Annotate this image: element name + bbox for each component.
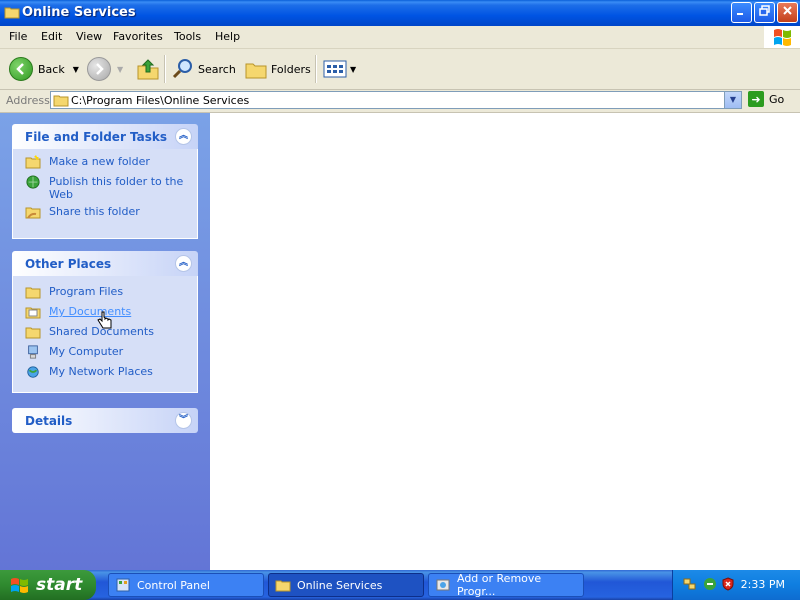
- folders-label: Folders: [271, 62, 311, 76]
- clock: 2:33 PM: [740, 578, 785, 591]
- task-pane: File and Folder Tasks ︽ Make a new folde…: [0, 113, 210, 570]
- panel-title: File and Folder Tasks: [25, 130, 168, 144]
- start-label: start: [36, 575, 83, 595]
- back-button[interactable]: Back ▼: [9, 57, 79, 81]
- folder-icon: [53, 95, 69, 107]
- folder-icon: [25, 287, 41, 299]
- explorer-window: Online Services File Edit View Favorites…: [0, 0, 800, 570]
- folder-icon: [4, 7, 20, 19]
- folder-icon: [25, 327, 41, 339]
- panel-header[interactable]: Details ︾: [12, 408, 198, 433]
- menu-view[interactable]: View: [76, 30, 102, 43]
- up-folder-button[interactable]: [136, 57, 160, 81]
- taskbar-button-control-panel[interactable]: Control Panel: [108, 573, 264, 597]
- task-publish-to-web[interactable]: Publish this folder to the Web: [13, 175, 197, 201]
- task-share-folder[interactable]: Share this folder: [13, 205, 197, 221]
- go-button[interactable]: ➜ Go: [748, 91, 784, 107]
- panel-body: Program Files My Documents Shared Docume…: [12, 276, 198, 393]
- minimize-button[interactable]: [731, 2, 752, 23]
- forward-dropdown-icon[interactable]: ▼: [117, 65, 123, 74]
- windows-logo: [764, 26, 800, 48]
- system-tray: 2:33 PM: [672, 570, 800, 600]
- go-label: Go: [769, 92, 785, 106]
- up-folder-icon: [137, 59, 159, 80]
- forward-button[interactable]: ▼: [87, 57, 123, 81]
- address-dropdown-button[interactable]: ▼: [724, 92, 741, 108]
- address-input[interactable]: C:\Program Files\Online Services ▼: [50, 91, 742, 109]
- network-tray-icon[interactable]: [683, 577, 697, 591]
- menu-edit[interactable]: Edit: [41, 30, 62, 43]
- folders-button[interactable]: Folders: [244, 57, 311, 81]
- place-program-files[interactable]: Program Files: [13, 285, 197, 301]
- windows-flag-icon: [774, 29, 791, 46]
- standard-toolbar: Back ▼ ▼ Search Folders ▼: [0, 49, 800, 90]
- close-button[interactable]: [777, 2, 798, 23]
- chevron-down-icon: ▼: [729, 95, 737, 104]
- search-label: Search: [198, 62, 236, 76]
- address-label: Address: [6, 94, 50, 107]
- start-button[interactable]: start: [0, 570, 96, 600]
- collapse-chevron-icon[interactable]: ︽: [175, 128, 192, 145]
- window-title: Online Services: [22, 5, 136, 20]
- file-folder-tasks-panel: File and Folder Tasks ︽ Make a new folde…: [12, 124, 198, 239]
- task-make-new-folder[interactable]: Make a new folder: [13, 155, 197, 171]
- back-label: Back: [38, 62, 65, 76]
- taskbar-button-add-remove-programs[interactable]: Add or Remove Progr...: [428, 572, 584, 598]
- collapse-chevron-icon[interactable]: ︽: [175, 255, 192, 272]
- details-panel: Details ︾: [12, 408, 198, 433]
- views-button[interactable]: ▼: [323, 57, 356, 81]
- search-icon: [172, 59, 192, 79]
- menu-file[interactable]: File: [9, 30, 27, 43]
- panel-header[interactable]: Other Places ︽: [12, 251, 198, 276]
- share-folder-icon: [25, 207, 41, 219]
- panel-body: Make a new folder Publish this folder to…: [12, 149, 198, 239]
- panel-header[interactable]: File and Folder Tasks ︽: [12, 124, 198, 149]
- new-folder-icon: [25, 155, 41, 169]
- my-computer-icon: [28, 345, 38, 359]
- place-my-computer[interactable]: My Computer: [13, 345, 197, 361]
- title-bar[interactable]: Online Services: [0, 0, 800, 26]
- forward-arrow-icon: [87, 57, 111, 81]
- search-button[interactable]: Search: [171, 57, 236, 81]
- minimize-icon: [737, 13, 743, 15]
- maximize-button[interactable]: [754, 2, 775, 23]
- views-dropdown-icon: ▼: [350, 64, 357, 74]
- go-arrow-icon: ➜: [748, 91, 764, 107]
- update-tray-icon[interactable]: [703, 577, 717, 591]
- place-my-network-places[interactable]: My Network Places: [13, 365, 197, 381]
- toolbar-separator: [315, 55, 317, 83]
- toolbar-separator: [164, 55, 166, 83]
- my-documents-icon: [25, 307, 41, 319]
- network-places-icon: [27, 366, 39, 378]
- menu-bar: File Edit View Favorites Tools Help: [0, 26, 800, 49]
- folder-icon: [275, 580, 291, 592]
- folder-content-area[interactable]: [210, 113, 800, 570]
- windows-flag-icon: [11, 578, 28, 593]
- taskbar: start Control Panel Online Services Add …: [0, 570, 800, 600]
- expand-chevron-icon[interactable]: ︾: [175, 412, 192, 429]
- security-shield-icon[interactable]: [721, 577, 735, 591]
- folders-icon: [245, 63, 267, 79]
- hand-cursor-icon: [97, 311, 112, 329]
- back-arrow-icon: [9, 57, 33, 81]
- control-panel-icon: [116, 578, 130, 592]
- taskbar-button-online-services[interactable]: Online Services: [268, 573, 424, 597]
- views-icon: [323, 60, 347, 78]
- publish-web-icon: [26, 175, 40, 189]
- address-bar: Address C:\Program Files\Online Services…: [0, 90, 800, 113]
- menu-favorites[interactable]: Favorites: [113, 30, 163, 43]
- close-icon: [783, 6, 792, 15]
- panel-title: Other Places: [25, 257, 112, 271]
- add-remove-programs-icon: [436, 579, 450, 591]
- restore-icon: [759, 5, 770, 16]
- address-value: C:\Program Files\Online Services: [71, 94, 250, 107]
- menu-tools[interactable]: Tools: [174, 30, 201, 43]
- menu-help[interactable]: Help: [215, 30, 240, 43]
- panel-title: Details: [25, 414, 73, 428]
- back-dropdown-icon[interactable]: ▼: [73, 65, 79, 74]
